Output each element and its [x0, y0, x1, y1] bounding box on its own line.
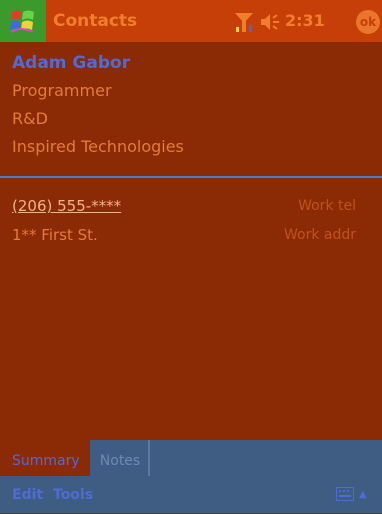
- contact-name: Adam Gabor: [12, 53, 131, 73]
- contact-job-title: Programmer: [12, 81, 112, 100]
- contact-header: Adam Gabor Programmer R&D Inspired Techn…: [12, 50, 184, 161]
- contact-company: Inspired Technologies: [12, 137, 184, 156]
- tab-notes[interactable]: Notes: [92, 440, 150, 476]
- detail-row-work-addr[interactable]: 1** First St. Work addr: [0, 222, 382, 248]
- start-button[interactable]: [0, 0, 46, 42]
- windows-flag-icon: [10, 10, 34, 33]
- keyboard-icon[interactable]: [336, 487, 354, 501]
- tools-menu[interactable]: Tools: [53, 476, 93, 513]
- tab-strip: Summary Notes: [0, 440, 382, 476]
- menu-bar: Edit Tools ▲: [0, 476, 382, 513]
- tab-summary[interactable]: Summary: [0, 440, 90, 476]
- app-title: Contacts: [53, 11, 138, 31]
- work-tel-link[interactable]: (206) 555-****: [12, 193, 121, 219]
- work-tel-label: Work tel: [298, 198, 356, 214]
- edit-menu[interactable]: Edit: [12, 476, 43, 513]
- title-bar: Contacts 2:31 ok: [0, 0, 382, 42]
- contact-department: R&D: [12, 109, 48, 128]
- work-addr-value: 1** First St.: [12, 226, 98, 244]
- divider: [0, 176, 382, 178]
- ok-button[interactable]: ok: [356, 10, 380, 34]
- clock[interactable]: 2:31: [285, 0, 325, 42]
- speaker-icon[interactable]: [259, 12, 281, 32]
- work-addr-label: Work addr: [283, 227, 356, 243]
- keyboard-arrow-icon[interactable]: ▲: [359, 476, 367, 513]
- signal-strength-icon[interactable]: [233, 11, 255, 33]
- detail-row-work-tel[interactable]: (206) 555-**** Work tel: [0, 193, 382, 219]
